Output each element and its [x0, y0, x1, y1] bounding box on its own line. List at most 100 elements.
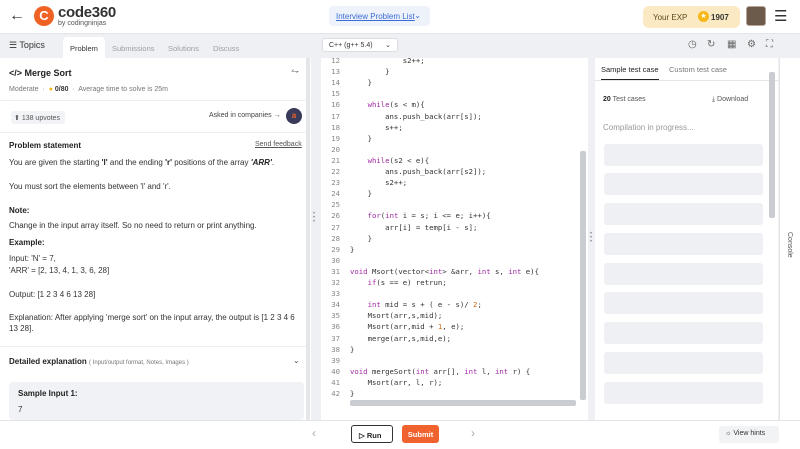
menu-icon[interactable]: ☰ [774, 7, 787, 25]
code-line[interactable]: 17 ans.push_back(arr[s]); [321, 112, 482, 123]
code-line[interactable]: 19 } [321, 134, 372, 145]
code-line[interactable]: 23 s2++; [321, 178, 407, 189]
code-text: Msort(arr,mid + 1, e); [350, 322, 465, 332]
code-line[interactable]: 41 Msort(arr, l, r); [321, 378, 442, 389]
code-line[interactable]: 35 Msort(arr,s,mid); [321, 311, 442, 322]
bottom-bar: ‹ ▷ Run Submit › ☼ View hints [0, 420, 800, 449]
code-line[interactable]: 28 } [321, 234, 372, 245]
code-line[interactable]: 21 while(s2 < e){ [321, 156, 429, 167]
code-line[interactable]: 40 void mergeSort(int arr[], int l, int r… [321, 367, 530, 378]
send-feedback-link[interactable]: Send feedback [255, 141, 302, 148]
back-arrow-icon[interactable]: ← [9, 7, 25, 25]
logo[interactable]: C code360 by codingninjas [34, 5, 116, 27]
code-line[interactable]: 31 void Msort(vector<int> &arr, int s, in… [321, 267, 539, 278]
line-number: 30 [331, 255, 340, 265]
code-line[interactable]: 36 Msort(arr,mid + 1, e); [321, 322, 464, 333]
settings-icon[interactable]: ⚙ [747, 39, 756, 50]
code-line[interactable]: 33 [321, 289, 350, 300]
code-line[interactable]: 25 [321, 200, 350, 211]
example-heading: Example: [9, 238, 45, 247]
code-line[interactable]: 26 for(int i = s; i <= e; i++){ [321, 211, 490, 222]
code-line[interactable]: 13 } [321, 67, 389, 78]
code-line[interactable]: 20 [321, 145, 350, 156]
sample-input-value: 7 [18, 405, 23, 414]
code-line[interactable]: 27 arr[i] = temp[i - s]; [321, 223, 477, 234]
code-line[interactable]: 15 [321, 89, 350, 100]
code-line[interactable]: 39 [321, 356, 350, 367]
tab-bar: ☰ Topics Problem Submissions Solutions D… [0, 34, 800, 58]
download-button[interactable]: ⤓ Download [712, 96, 748, 104]
code-line[interactable]: 37 merge(arr,s,mid,e); [321, 334, 451, 345]
code-line[interactable]: 14 } [321, 78, 372, 89]
code-line[interactable]: 16 while(s < m){ [321, 100, 425, 111]
code-line[interactable]: 34 int mid = s + ( e - s)/ 2; [321, 300, 482, 311]
avatar[interactable] [746, 6, 766, 26]
editor-vertical-scrollbar[interactable] [580, 151, 586, 400]
statement-para-2: You must sort the elements between 'l' a… [9, 182, 171, 191]
view-hints-button[interactable]: ☼ View hints [719, 426, 779, 443]
resize-handle-left[interactable]: • • • [313, 211, 316, 225]
code-text: arr[i] = temp[i - s]; [350, 222, 478, 232]
code-line[interactable]: 12 s2++; [321, 58, 424, 67]
code-text: void Msort(vector<int> &arr, int s, int … [350, 266, 539, 276]
tab-submissions[interactable]: Submissions [112, 37, 155, 58]
chevron-down-icon: ⌄ [414, 11, 421, 20]
prev-arrow-icon[interactable]: ‹ [312, 426, 316, 440]
code-text: } [350, 233, 372, 243]
topics-button[interactable]: ☰ Topics [9, 40, 45, 51]
test-case-panel: Sample test case Custom test case 20 Tes… [595, 58, 778, 420]
line-number: 42 [331, 389, 340, 398]
code-line[interactable]: 18 s++; [321, 123, 403, 134]
upvote-button[interactable]: ⬆ 138 upvotes [11, 111, 65, 124]
left-scrollbar[interactable] [306, 58, 310, 420]
code-editor[interactable]: 12 s2++; 13 } 14 } 15 16 while(s < m){17 ans… [321, 58, 588, 420]
code-text: } [350, 133, 372, 143]
code-line[interactable]: 42} [321, 389, 354, 400]
run-button[interactable]: ▷ Run [351, 425, 393, 443]
next-arrow-icon[interactable]: › [471, 426, 475, 440]
tab-discuss[interactable]: Discuss [213, 37, 239, 58]
share-icon[interactable]: ⥊ [291, 66, 299, 77]
code-line[interactable]: 29} [321, 245, 354, 256]
code-text: ans.push_back(arr[s]); [350, 111, 482, 121]
timer-icon[interactable]: ◷ [688, 39, 697, 50]
line-number: 14 [331, 78, 340, 88]
line-number: 26 [331, 211, 340, 221]
tab-custom-test-case[interactable]: Custom test case [669, 65, 727, 74]
code-line[interactable]: 24 } [321, 189, 372, 200]
fullscreen-icon[interactable]: ⛶ [766, 39, 773, 50]
code-line[interactable]: 32 if(s == e) retrun; [321, 278, 446, 289]
right-scrollbar[interactable] [768, 66, 776, 416]
code-line[interactable]: 38} [321, 345, 354, 356]
company-logo-icon[interactable]: a [286, 108, 302, 124]
resize-handle-right[interactable]: • • • [590, 231, 593, 245]
code-text: merge(arr,s,mid,e); [350, 333, 452, 343]
language-select[interactable]: C++ (g++ 5.4) ⌄ [322, 38, 398, 52]
reset-icon[interactable]: ↻ [707, 39, 715, 50]
code-line[interactable]: 30 [321, 256, 350, 267]
code-text: ans.push_back(arr[s2]); [350, 167, 487, 176]
tab-sample-test-case[interactable]: Sample test case [601, 65, 659, 81]
line-number: 33 [331, 289, 340, 299]
line-number: 25 [331, 200, 340, 210]
layout-icon[interactable]: ▦ [727, 39, 736, 50]
editor-horizontal-scrollbar[interactable] [350, 400, 576, 406]
language-value: C++ (g++ 5.4) [329, 42, 373, 49]
submit-button[interactable]: Submit [402, 425, 439, 443]
tab-solutions[interactable]: Solutions [168, 37, 199, 58]
tab-problem[interactable]: Problem [63, 37, 105, 58]
detailed-explanation-toggle[interactable]: Detailed explanation ( Input/output form… [9, 357, 189, 366]
chevron-down-icon[interactable]: ⌄ [293, 356, 300, 365]
exp-badge[interactable]: Your EXP ★ 1907 [643, 6, 740, 28]
console-panel-toggle[interactable]: Console [779, 58, 800, 420]
note-heading: Note: [9, 206, 30, 215]
download-label: Download [717, 96, 749, 103]
problem-list-dropdown[interactable]: Interview Problem List ⌄ [329, 6, 430, 26]
detailed-label: Detailed explanation [9, 357, 87, 366]
logo-subtitle: by codingninjas [58, 20, 107, 27]
code-line[interactable]: 22 ans.push_back(arr[s2]); [321, 167, 486, 178]
compilation-status: Compilation in progress... [603, 123, 694, 132]
test-case-placeholder [604, 322, 763, 344]
asked-in-companies[interactable]: Asked in companies → [209, 112, 281, 119]
line-number: 41 [331, 377, 340, 387]
